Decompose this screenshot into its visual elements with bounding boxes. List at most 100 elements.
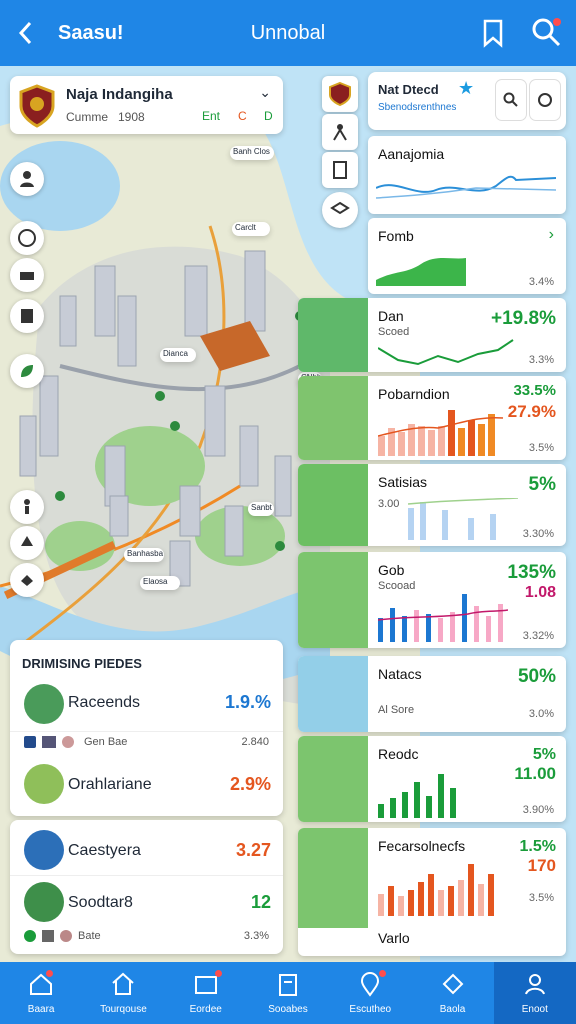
tile-fomb[interactable]: Fomb › 3.4% [368, 218, 566, 294]
tile-small: 3.3% [528, 354, 554, 366]
nav-item[interactable]: Escutheo [329, 962, 411, 1024]
tile-gob[interactable]: Gob Scooad 135% 1.08 3.32% [298, 552, 566, 648]
tile-value-2: 170 [527, 856, 556, 875]
clipboard-icon [278, 974, 297, 996]
tile-satisias[interactable]: Satisias 3.00 5% 3.30% [298, 464, 566, 546]
tile-sub: Al Sore [378, 704, 415, 716]
map-label[interactable]: Elaosa [140, 576, 180, 590]
search-icon[interactable] [530, 16, 562, 48]
top-panel: Nat Dtecd ★ Sbenodsrenthnes [368, 72, 566, 130]
location-card[interactable]: Naja Indangiha ⌄ Cumme 1908 Ent C D [10, 76, 283, 134]
chip-d[interactable]: D [264, 109, 273, 123]
row-value: 12 [250, 892, 271, 912]
city-map[interactable]: Banh Clos Carclt Dianca Sanbt CNbb Banha… [0, 66, 576, 962]
pin-icon [62, 736, 74, 748]
tile-sub: Scoed [378, 326, 410, 338]
row-name: Caestyera [68, 842, 141, 859]
tile-label: Aanajomia [378, 146, 445, 162]
tile-small: 3.90% [522, 804, 554, 816]
tile-natacs[interactable]: Natacs Al Sore 50% 3.0% [298, 656, 566, 732]
filter-button[interactable] [10, 299, 44, 333]
chip-ent[interactable]: Ent [202, 109, 220, 123]
chevron-right-icon[interactable]: › [549, 226, 554, 244]
bar-chart [378, 594, 508, 642]
map-label[interactable]: Carclt [232, 222, 270, 236]
compass-button[interactable] [10, 221, 44, 255]
nav-item[interactable]: Baola [411, 962, 493, 1024]
report-button[interactable] [322, 152, 358, 188]
tree-icon [21, 536, 33, 546]
bottom-nav: Baara Tourqouse Eordee Sooabes Escutheo … [0, 962, 576, 1024]
tile-value: 1.5% [519, 838, 556, 855]
nav-label: Baola [439, 1004, 466, 1015]
walker-icon [24, 499, 30, 514]
panel-face-button[interactable] [530, 80, 560, 120]
map-label[interactable]: Banh Clos [230, 146, 274, 160]
bar-chart [408, 498, 518, 540]
person-button[interactable] [10, 490, 44, 524]
tool-button[interactable] [10, 258, 44, 292]
tile-sub: 3.00 [378, 498, 400, 510]
city-emblem-icon [19, 84, 55, 128]
panel-search-button[interactable] [496, 80, 526, 120]
tile-label: Satisias [378, 474, 428, 490]
app-root: { "header": {"back_label": "<", "left_ti… [0, 0, 576, 1024]
tile-small: 3.0% [528, 708, 554, 720]
map-label[interactable]: Sanbt [248, 502, 274, 516]
row-name: Orahlariane [68, 776, 152, 793]
place-thumb [24, 830, 64, 870]
tile-aanajomia[interactable]: Aanajomia [368, 136, 566, 214]
layers-button[interactable] [10, 162, 44, 196]
row-meta-text: Bate [78, 930, 101, 942]
tile-value-2: 1.08 [524, 584, 556, 601]
tile-value: 5% [532, 746, 556, 763]
star-icon[interactable]: ★ [458, 78, 474, 99]
badge-icon [442, 973, 463, 995]
location-year: 1908 [118, 110, 145, 124]
house-icon [112, 972, 135, 995]
notification-dot [214, 970, 222, 977]
hand-icon [21, 575, 33, 586]
chevron-down-icon[interactable]: ⌄ [259, 84, 271, 101]
user-icon [524, 974, 545, 995]
transport-button[interactable] [10, 526, 44, 560]
nav-item[interactable]: Baara [0, 962, 82, 1024]
bar-chart [378, 774, 456, 818]
bookmark-icon[interactable] [480, 18, 506, 48]
chip-c[interactable]: C [238, 109, 247, 123]
layers-toggle[interactable] [322, 192, 358, 228]
share-button[interactable] [10, 563, 44, 597]
compass-icon [18, 229, 36, 247]
row-meta-value: 3.3% [243, 930, 269, 942]
tile-reodc[interactable]: Reodc 5% 11.00 3.90% [298, 736, 566, 822]
notification-dot [379, 970, 387, 977]
tile-small: 3.5% [528, 892, 554, 904]
play-icon [24, 930, 36, 942]
flag-icon [24, 736, 36, 748]
figure-button[interactable] [322, 114, 358, 150]
tile-dan[interactable]: Dan Scoed +19.8% 3.3% [298, 298, 566, 372]
leaf-icon [21, 365, 33, 377]
map-label[interactable]: Dianca [160, 348, 196, 362]
nav-item[interactable]: Sooabes [247, 962, 329, 1024]
nav-item-active[interactable]: Enoot [493, 962, 576, 1024]
tile-pobarndion[interactable]: Pobarndion 33.5% 27.9% 3.5% [298, 376, 566, 460]
tile-small: 3.32% [522, 630, 554, 642]
location-button[interactable] [10, 354, 44, 388]
list-item[interactable]: Orahlariane 2.9% [10, 762, 283, 810]
tile-fecarsolnecfs[interactable]: Fecarsolnecfs 1.5% 170 3.5% Varlo [298, 828, 566, 956]
list-item[interactable]: Raceends 1.9.% [10, 680, 283, 732]
tile-value: 135% [507, 562, 556, 583]
nav-item[interactable]: Tourqouse [82, 962, 164, 1024]
location-name: Naja Indangiha [66, 86, 173, 103]
nav-item[interactable]: Eordee [165, 962, 247, 1024]
emblem-button[interactable] [322, 76, 358, 112]
tile-thumb [298, 828, 368, 928]
tile-thumb [298, 298, 368, 372]
row-meta-text: Gen Bae [84, 736, 128, 748]
tile-value: 5% [528, 474, 556, 495]
map-label[interactable]: Banhasba [124, 548, 164, 562]
rankings-panel: DRIMISING PIEDES Raceends 1.9.% Gen Bae … [10, 640, 283, 816]
list-item[interactable]: Soodtar8 12 [10, 880, 283, 926]
list-item[interactable]: Caestyera 3.27 [10, 826, 283, 876]
